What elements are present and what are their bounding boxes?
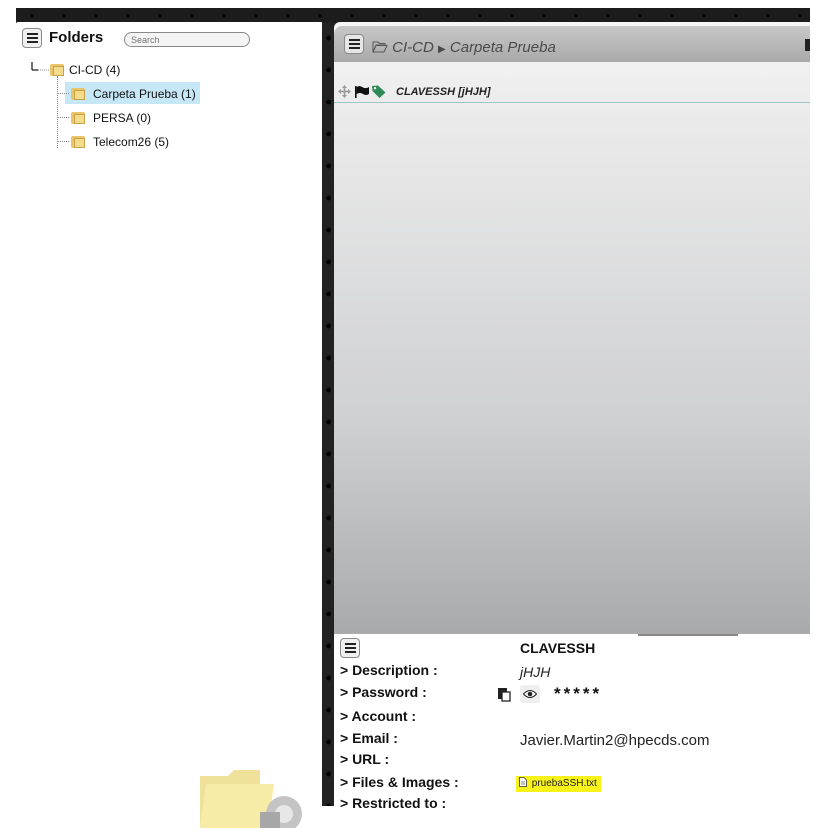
file-attachment-link[interactable]: pruebaSSH.txt — [516, 776, 601, 792]
folders-title: Folders — [49, 29, 104, 46]
tree-item-carpeta-prueba[interactable]: Carpeta Prueba (1) — [93, 87, 196, 101]
url-label[interactable]: > URL : — [340, 751, 389, 767]
restricted-label[interactable]: > Restricted to : — [340, 795, 446, 811]
files-label[interactable]: > Files & Images : — [340, 774, 459, 790]
folder-open-icon — [372, 39, 392, 56]
password-label[interactable]: > Password : — [340, 684, 427, 700]
drag-handle-icon[interactable] — [338, 85, 351, 103]
items-menu-button[interactable] — [344, 34, 364, 54]
folders-menu-button[interactable] — [22, 28, 42, 48]
password-value: ***** — [554, 684, 603, 703]
breadcrumb: CI-CD ▶ Carpeta Prueba — [372, 39, 556, 56]
tag-icon[interactable] — [372, 85, 386, 103]
tree-connector-h — [57, 117, 69, 118]
account-label[interactable]: > Account : — [340, 708, 416, 724]
breadcrumb-separator-icon: ▶ — [438, 44, 446, 55]
item-row[interactable]: CLAVESSH [jHJH] — [334, 82, 810, 103]
header-action-icon[interactable] — [805, 39, 810, 51]
description-value: jHJH — [520, 664, 551, 680]
breadcrumb-item-ci-cd[interactable]: CI-CD — [392, 39, 434, 56]
flag-icon[interactable] — [355, 85, 369, 103]
email-value: Javier.Martin2@hpecds.com — [520, 732, 710, 749]
tree-item-ci-cd[interactable]: CI-CD (4) — [69, 63, 120, 77]
tree-connector-h — [57, 93, 69, 94]
email-label[interactable]: > Email : — [340, 730, 398, 746]
resize-handle[interactable] — [638, 634, 738, 636]
folder-icon — [71, 111, 85, 124]
folders-panel: Folders CI-CD (4) Carpeta Prueba (1) PER… — [16, 22, 322, 832]
folder-icon — [71, 87, 85, 100]
file-icon — [519, 777, 527, 787]
file-name: pruebaSSH.txt — [531, 778, 597, 789]
folder-icon — [50, 63, 64, 76]
tree-item-telecom26[interactable]: Telecom26 (5) — [93, 135, 169, 149]
item-label[interactable]: CLAVESSH [jHJH] — [396, 86, 491, 98]
description-label[interactable]: > Description : — [340, 662, 438, 678]
details-menu-button[interactable] — [340, 638, 360, 658]
eye-icon[interactable] — [520, 685, 540, 703]
frame-rivets — [16, 8, 810, 22]
tree-connector-h — [57, 141, 69, 142]
tree-connector — [57, 76, 58, 148]
folder-search-input[interactable] — [124, 32, 250, 47]
items-header: CI-CD ▶ Carpeta Prueba — [334, 26, 810, 62]
item-details-panel: CLAVESSH > Description : jHJH > Password… — [334, 634, 810, 811]
tree-item-persa[interactable]: PERSA (0) — [93, 111, 151, 125]
detail-title: CLAVESSH — [520, 640, 596, 656]
folder-icon — [71, 135, 85, 148]
tree-expander-icon[interactable] — [28, 61, 50, 76]
breadcrumb-item-carpeta-prueba[interactable]: Carpeta Prueba — [450, 39, 556, 56]
panel-splitter[interactable] — [322, 22, 334, 806]
copy-icon[interactable] — [494, 685, 514, 703]
